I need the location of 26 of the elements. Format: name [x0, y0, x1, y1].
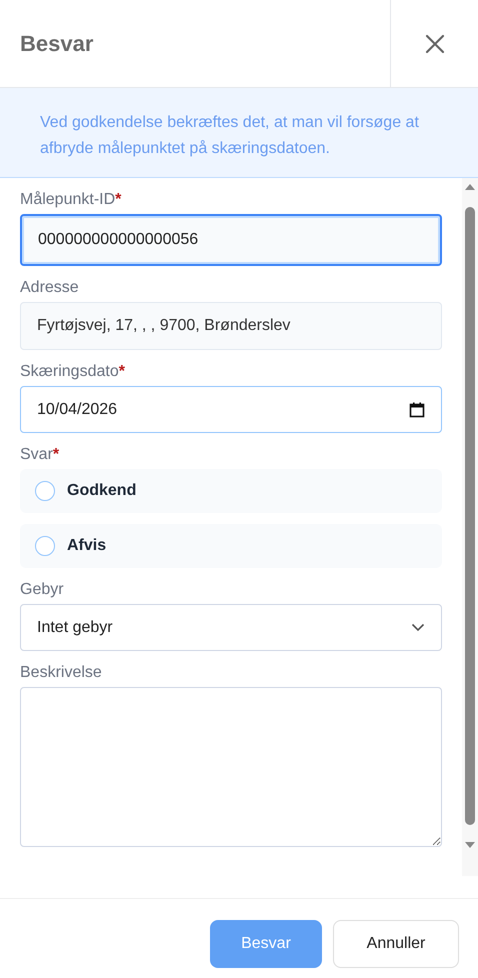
- scroll-down-icon[interactable]: [465, 841, 475, 849]
- field-label: Målepunkt-ID*: [20, 190, 122, 210]
- field-label: Beskrivelse: [20, 663, 103, 683]
- radio-label: Godkend: [67, 482, 136, 500]
- input-field[interactable]: 000000000000000056: [20, 214, 442, 266]
- radio-button[interactable]: [35, 536, 55, 556]
- chevron-down-icon: [411, 623, 425, 632]
- radio-label: Afvis: [67, 537, 106, 555]
- field-label: Skæringsdato*: [20, 362, 126, 382]
- radio-option[interactable]: Godkend: [20, 469, 442, 513]
- radio-option[interactable]: Afvis: [20, 524, 442, 568]
- cancel-button[interactable]: Annuller: [333, 920, 459, 968]
- select-field[interactable]: Intet gebyr: [20, 604, 442, 651]
- calendar-icon: [409, 402, 425, 418]
- close-icon: [424, 34, 444, 54]
- radio-button[interactable]: [35, 481, 55, 501]
- field-label: Gebyr: [20, 580, 65, 600]
- scroll-up-icon[interactable]: [465, 183, 475, 191]
- info-text: Ved godkendelse bekræftes det, at man vil forsøge at afbryde målepunktet på skæringsdatoen.: [40, 113, 420, 159]
- description-field[interactable]: [20, 687, 442, 847]
- date-field[interactable]: 10/04/2026: [20, 386, 442, 433]
- dialog-title: Besvar: [19, 30, 94, 58]
- field-label: Adresse: [20, 278, 80, 298]
- address-field[interactable]: Fyrtøjsvej, 17, , , 9700, Brønderslev: [20, 302, 442, 350]
- scrollbar[interactable]: [462, 178, 478, 876]
- field-label: Svar*: [20, 445, 60, 465]
